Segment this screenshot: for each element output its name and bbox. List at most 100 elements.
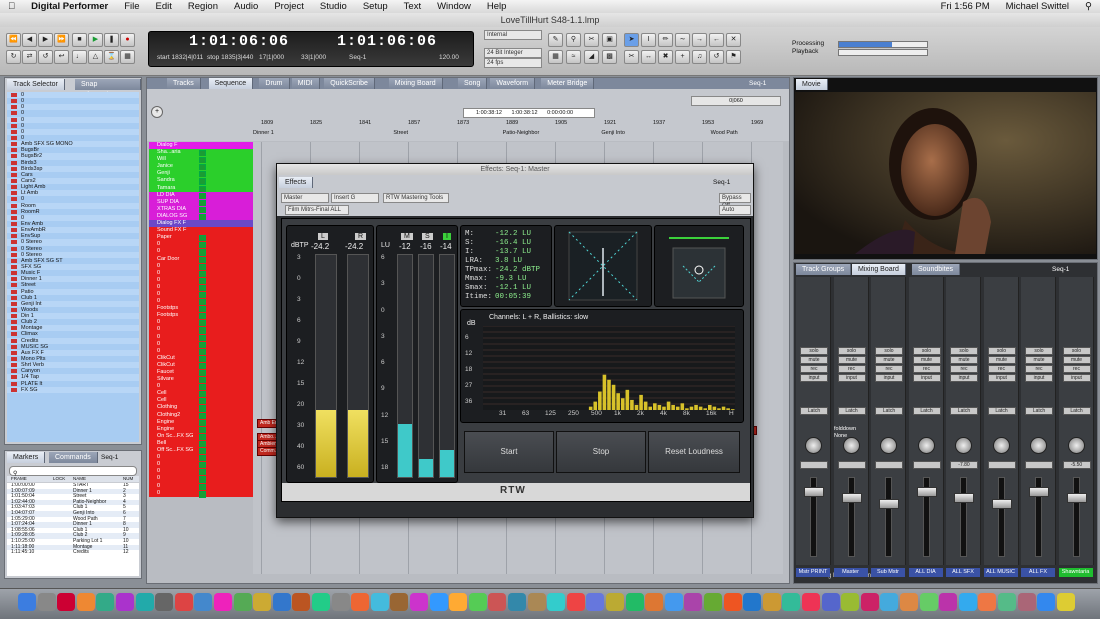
track-row[interactable]: Engine (149, 418, 253, 427)
fade-icon[interactable]: ◢ (584, 50, 599, 64)
dock-app-icon[interactable] (723, 593, 742, 611)
track-row[interactable]: ClikCut (149, 361, 253, 370)
automation-select[interactable]: Auto (719, 205, 751, 215)
track-row[interactable]: SUP DIA (149, 198, 253, 207)
grid-icon[interactable]: ▦ (548, 50, 563, 64)
dock-app-icon[interactable] (76, 593, 95, 611)
track-row[interactable]: 0 (149, 326, 253, 335)
ruler-marker[interactable]: Street (393, 130, 408, 136)
track-row[interactable]: ClikCut (149, 354, 253, 363)
track-row[interactable]: 0 (149, 290, 253, 299)
loop-tool-icon[interactable]: ↺ (709, 50, 724, 64)
gain-value[interactable] (800, 461, 828, 469)
gain-value[interactable] (1025, 461, 1053, 469)
time-ruler[interactable]: 1809 1825 1841 1857 1873 1889 1905 1921 1937 1953… (253, 120, 783, 140)
dock-app-icon[interactable] (96, 593, 115, 611)
dock-app-icon[interactable] (586, 593, 605, 611)
mixer-rec-button[interactable]: rec (987, 365, 1016, 373)
markers-seq[interactable]: Seq-1 (101, 454, 118, 461)
pan-knob[interactable] (917, 437, 935, 454)
menu-edit[interactable]: Edit (148, 1, 180, 12)
menu-file[interactable]: File (116, 1, 147, 12)
dock-app-icon[interactable] (704, 593, 722, 611)
on-value[interactable]: 33|1|000 (301, 54, 326, 61)
gain-value[interactable] (875, 461, 903, 469)
time-c[interactable]: 0:00:00:00 (539, 110, 573, 116)
dock-app-icon[interactable] (272, 593, 291, 611)
mixer-input-button[interactable]: input (950, 374, 978, 382)
automation-latch-select[interactable]: Latch (1025, 407, 1053, 415)
tab-waveform[interactable]: Waveform (490, 78, 536, 89)
punch-icon[interactable]: ⇄ (22, 50, 37, 64)
dock-app-icon[interactable] (253, 593, 272, 611)
dock-app-icon[interactable] (664, 593, 683, 611)
audition-icon[interactable]: ♫ (692, 50, 707, 64)
track-row[interactable]: Dialog FX F (149, 220, 253, 228)
tab-snap-information[interactable]: Snap Information (75, 79, 141, 99)
tab-song[interactable]: Song (458, 78, 488, 89)
curve-tool-icon[interactable]: ∼ (675, 33, 690, 47)
dock-app-icon[interactable] (900, 593, 918, 611)
wait-icon[interactable]: ⌛ (104, 50, 119, 64)
loop-icon[interactable]: ↻ (6, 50, 21, 64)
dock-app-icon[interactable] (292, 593, 311, 611)
automation-latch-select[interactable]: Latch (800, 407, 828, 415)
track-row[interactable]: Faucet (149, 369, 253, 377)
dock-app-icon[interactable] (860, 593, 879, 611)
track-row[interactable]: Engine (149, 425, 253, 434)
track-row[interactable]: Clothing (149, 404, 253, 413)
metronome-icon[interactable]: △ (88, 50, 103, 64)
dock-app-icon[interactable] (606, 593, 624, 611)
mixer-solo-button[interactable]: solo (950, 347, 978, 355)
automation-latch-select[interactable]: Latch (1062, 407, 1091, 415)
stop-icon[interactable]: ■ (72, 33, 87, 47)
mute-tool-icon[interactable]: ✖ (658, 50, 673, 64)
apple-icon[interactable]:  (0, 1, 23, 12)
dock-app-icon[interactable] (429, 593, 448, 611)
tab-drum[interactable]: Drum (259, 78, 290, 89)
mixer-seq[interactable]: Seq-1 (1052, 266, 1069, 273)
frame-rate-select[interactable]: 24 fps (484, 58, 542, 68)
clock[interactable]: Fri 1:56 PM (933, 1, 998, 12)
track-row[interactable]: On Sc...FX SG (149, 432, 253, 441)
dock-app-icon[interactable] (1037, 593, 1056, 611)
pan-knob[interactable] (955, 437, 972, 454)
automation-latch-select[interactable]: Latch (837, 407, 866, 415)
track-row[interactable]: 0 (149, 298, 253, 307)
pan-knob[interactable] (1030, 437, 1047, 454)
mixer-solo-button[interactable]: solo (875, 347, 903, 355)
track-row[interactable]: DIALOG SG (149, 212, 253, 221)
auto-rewind-icon[interactable]: ↩ (54, 50, 69, 64)
user-name[interactable]: Michael Swittel (998, 1, 1077, 12)
reset-loudness-button[interactable]: Reset Loudness (648, 431, 740, 473)
dock-app-icon[interactable] (821, 593, 840, 611)
fader-handle[interactable] (1029, 487, 1049, 497)
dock-app-icon[interactable] (802, 593, 820, 611)
track-row[interactable]: Janice (149, 163, 253, 172)
dock-app-icon[interactable] (782, 593, 801, 611)
dock-app-icon[interactable] (547, 593, 566, 611)
dock-app-icon[interactable] (958, 593, 977, 611)
wave-icon[interactable]: ≈ (566, 50, 581, 64)
tab-sequence[interactable]: Sequence (208, 78, 254, 89)
track-row[interactable]: Clothing2 (149, 411, 253, 420)
forward-icon[interactable]: ▶ (38, 33, 53, 47)
menu-window[interactable]: Window (429, 1, 479, 12)
tab-commands[interactable]: Commands (49, 452, 98, 463)
arrow-left-icon[interactable]: ← (709, 33, 724, 47)
track-row[interactable]: 0 (149, 333, 253, 342)
tab-tracks[interactable]: Tracks (167, 78, 201, 89)
effects-seq[interactable]: Seq-1 (713, 179, 730, 186)
gain-value[interactable] (912, 461, 941, 469)
spotlight-icon[interactable]: ⚲ (1077, 1, 1100, 12)
tab-midi[interactable]: MIDI (291, 78, 320, 89)
mixer-mute-button[interactable]: mute (1062, 356, 1091, 364)
track-row[interactable]: 0 (149, 482, 253, 491)
mixer-solo-button[interactable]: solo (1025, 347, 1053, 355)
dock-app-icon[interactable] (841, 593, 860, 611)
fast-forward-icon[interactable]: ⏩ (54, 33, 69, 47)
play-icon[interactable]: ▶ (88, 33, 103, 47)
mixer-mute-button[interactable]: mute (912, 356, 941, 364)
mixer-input-button[interactable]: input (800, 374, 828, 382)
fader-handle[interactable] (991, 499, 1012, 509)
